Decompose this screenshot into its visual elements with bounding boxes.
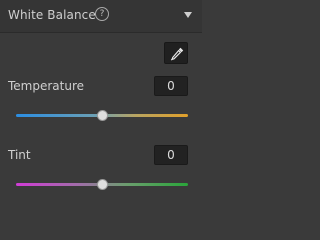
panel-header[interactable]: White Balance ? (0, 0, 202, 33)
temperature-label: Temperature (8, 79, 85, 93)
tint-value-input[interactable]: 0 (154, 145, 188, 165)
panel-title: White Balance (8, 8, 96, 22)
help-icon[interactable]: ? (95, 7, 109, 21)
eyedropper-icon (170, 47, 184, 61)
temperature-slider-thumb[interactable] (96, 110, 108, 121)
white-balance-panel: White Balance ? Temperature 0 Tint 0 (0, 0, 202, 207)
chevron-down-icon[interactable] (184, 12, 192, 18)
tint-label: Tint (8, 148, 31, 162)
temperature-value-input[interactable]: 0 (154, 76, 188, 96)
tint-slider-thumb[interactable] (96, 179, 108, 190)
white-balance-picker-button[interactable] (164, 42, 188, 64)
